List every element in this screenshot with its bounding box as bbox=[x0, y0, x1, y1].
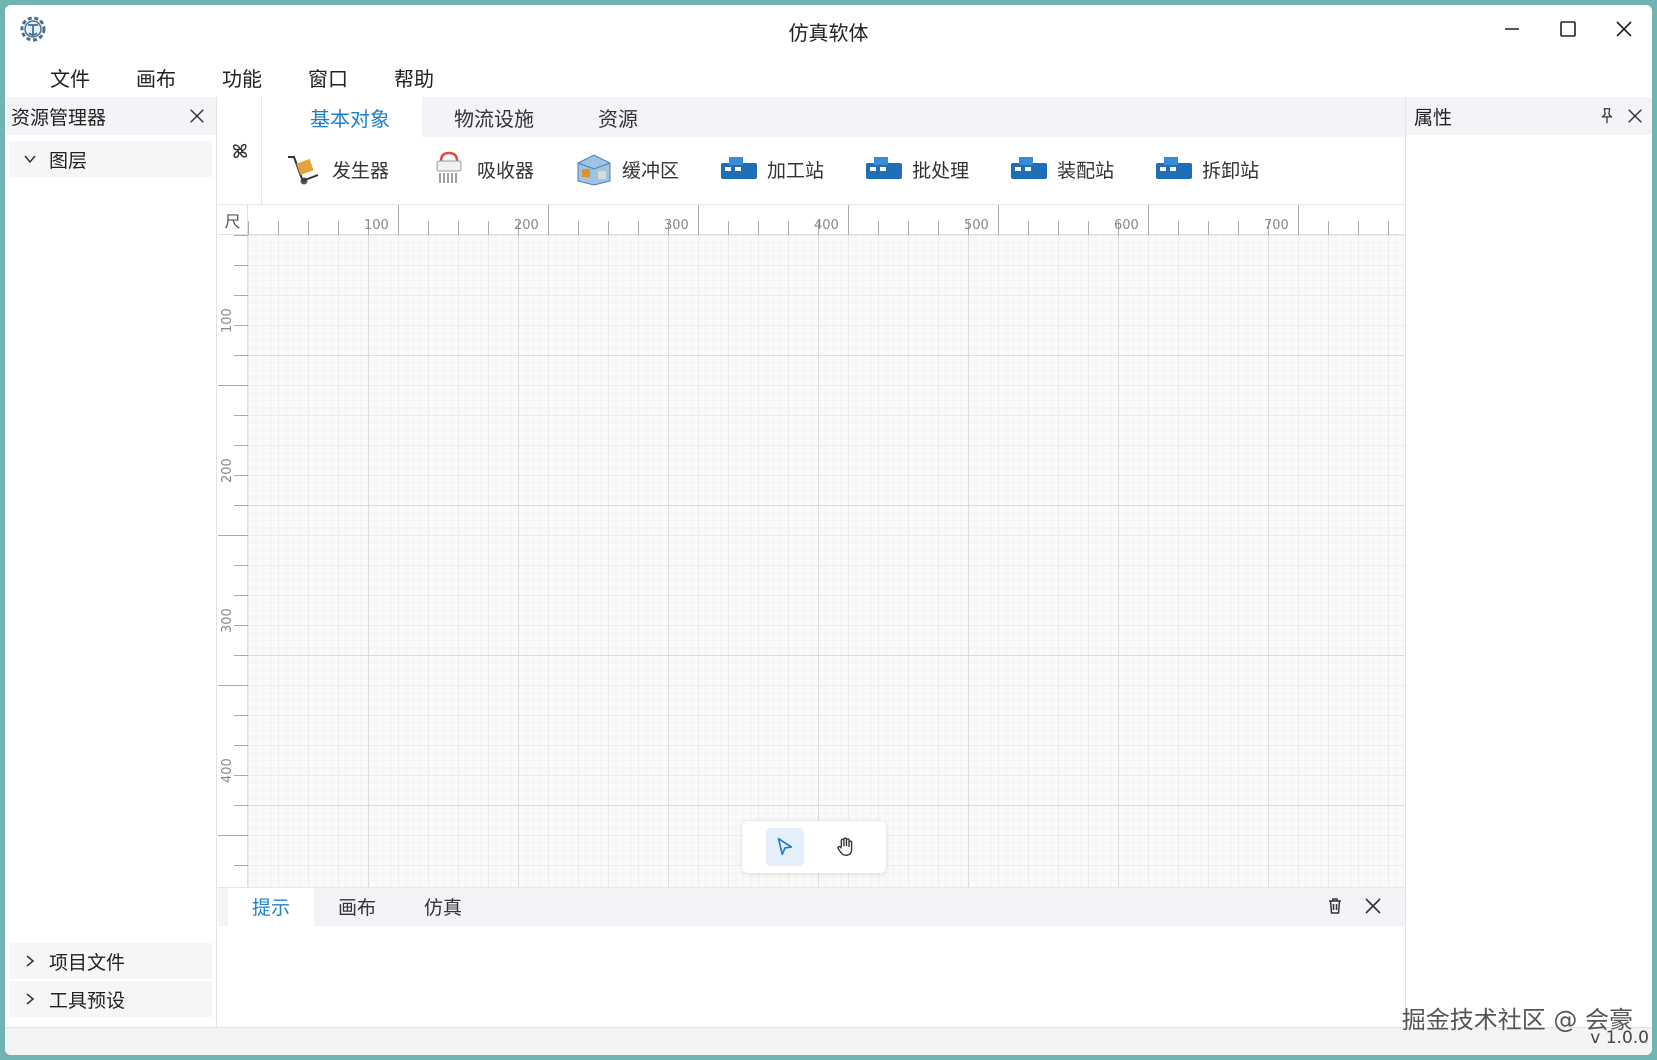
ruler-h-label: 100 bbox=[364, 218, 389, 233]
menu-help[interactable]: 帮助 bbox=[371, 57, 457, 97]
menu-function[interactable]: 功能 bbox=[199, 57, 285, 97]
object-label: 装配站 bbox=[1057, 159, 1115, 182]
hand-icon bbox=[837, 837, 853, 856]
warehouse-icon bbox=[577, 154, 611, 186]
ruler-h-label: 700 bbox=[1264, 218, 1289, 233]
object-label: 加工站 bbox=[767, 159, 825, 182]
object-absorber[interactable]: 吸收器 bbox=[429, 147, 534, 191]
tab-hints[interactable]: 提示 bbox=[228, 888, 315, 926]
close-window-button[interactable] bbox=[1596, 9, 1652, 49]
object-processing-station[interactable]: 加工站 bbox=[719, 147, 824, 191]
tab-basic-objects[interactable]: 基本对象 bbox=[278, 97, 422, 137]
console-panel: 提示 画布 仿真 bbox=[218, 887, 1405, 1027]
toolbar-collapse[interactable] bbox=[218, 97, 262, 205]
minimize-button[interactable] bbox=[1484, 9, 1540, 49]
close-icon[interactable] bbox=[1363, 896, 1383, 916]
object-label: 吸收器 bbox=[477, 159, 535, 182]
ruler-corner: 尺 bbox=[218, 205, 248, 235]
object-label: 缓冲区 bbox=[622, 159, 680, 182]
machine-icon bbox=[1156, 157, 1193, 179]
close-icon bbox=[1616, 21, 1632, 37]
object-disassembly[interactable]: 拆卸站 bbox=[1154, 147, 1259, 191]
close-icon[interactable] bbox=[1626, 107, 1644, 125]
chevron-right-icon bbox=[26, 993, 35, 1005]
explorer-panel: 资源管理器 图层 项目文件 工具预设 bbox=[5, 97, 217, 1027]
tree-item-label: 项目文件 bbox=[49, 951, 126, 974]
shredder-icon bbox=[436, 151, 462, 183]
object-generator[interactable]: 发生器 bbox=[284, 147, 389, 191]
object-label: 批处理 bbox=[912, 159, 970, 182]
version-label: v 1.0.0 bbox=[1590, 1028, 1649, 1048]
app-window: 仿真软体 文件 画布 功能 窗口 帮助 资源管理器 图层 项目文件 工具预设 基… bbox=[5, 5, 1652, 1055]
close-explorer-button[interactable] bbox=[186, 105, 208, 127]
console-tabs: 提示 画布 仿真 bbox=[218, 888, 1405, 926]
tree-item-project-files[interactable]: 项目文件 bbox=[9, 943, 212, 979]
canvas-mode-toolbar bbox=[742, 821, 886, 873]
tree-item-label: 工具预设 bbox=[49, 989, 126, 1012]
tree-item-label: 图层 bbox=[49, 149, 88, 172]
object-assembly[interactable]: 装配站 bbox=[1009, 147, 1114, 191]
chevron-right-icon bbox=[26, 955, 35, 967]
maximize-button[interactable] bbox=[1540, 9, 1596, 49]
chevron-down-icon bbox=[24, 155, 36, 164]
tab-simulation[interactable]: 仿真 bbox=[400, 888, 486, 926]
ruler-h-label: 200 bbox=[514, 218, 539, 233]
canvas-grid[interactable] bbox=[248, 235, 1405, 887]
explorer-header: 资源管理器 bbox=[5, 97, 216, 135]
menu-canvas[interactable]: 画布 bbox=[113, 57, 199, 97]
properties-header: 属性 bbox=[1406, 97, 1652, 135]
ruler-h-label: 300 bbox=[664, 218, 689, 233]
properties-title: 属性 bbox=[1414, 106, 1453, 129]
tree-item-layers[interactable]: 图层 bbox=[9, 141, 212, 177]
menu-window[interactable]: 窗口 bbox=[285, 57, 371, 97]
ruler-v-label: 200 bbox=[220, 458, 235, 483]
trash-icon[interactable] bbox=[1325, 896, 1345, 916]
menu-file[interactable]: 文件 bbox=[27, 57, 113, 97]
object-palette: 发生器 吸收器 缓冲区 加工站 批处理 装配站 拆卸站 bbox=[278, 145, 1405, 193]
explorer-bottom-sections: 项目文件 工具预设 bbox=[5, 943, 216, 1019]
console-actions bbox=[1325, 896, 1383, 916]
tree-item-tool-presets[interactable]: 工具预设 bbox=[9, 981, 212, 1017]
menu-bar: 文件 画布 功能 窗口 帮助 bbox=[5, 57, 1652, 97]
ruler-h-label: 400 bbox=[814, 218, 839, 233]
close-icon bbox=[190, 109, 204, 123]
horizontal-ruler: 100 200 300 400 500 600 700 bbox=[248, 205, 1405, 235]
pointer-icon bbox=[777, 837, 793, 856]
vertical-ruler: 100 200 300 400 bbox=[218, 235, 248, 887]
ruler-v-label: 400 bbox=[220, 758, 235, 783]
pin-icon[interactable] bbox=[1598, 107, 1616, 125]
ruler-h-label: 600 bbox=[1114, 218, 1139, 233]
canvas[interactable]: 尺 100 200 300 400 500 600 700 100 200 30… bbox=[218, 205, 1405, 887]
properties-panel: 属性 bbox=[1405, 97, 1652, 1027]
tab-logistics[interactable]: 物流设施 bbox=[422, 97, 566, 137]
fan-icon bbox=[232, 143, 247, 159]
machine-icon bbox=[721, 157, 758, 179]
explorer-title: 资源管理器 bbox=[11, 106, 107, 129]
object-label: 拆卸站 bbox=[1202, 159, 1260, 182]
select-mode-button[interactable] bbox=[766, 828, 804, 866]
ruler-h-label: 500 bbox=[964, 218, 989, 233]
pan-mode-button[interactable] bbox=[826, 828, 864, 866]
window-title: 仿真软体 bbox=[788, 21, 869, 45]
object-batch[interactable]: 批处理 bbox=[864, 147, 969, 191]
minimize-icon bbox=[1505, 28, 1519, 30]
object-tabs: 基本对象 物流设施 资源 bbox=[278, 97, 1405, 137]
ruler-v-label: 100 bbox=[220, 308, 235, 333]
tab-resources[interactable]: 资源 bbox=[566, 97, 670, 137]
ruler-v-label: 300 bbox=[220, 608, 235, 633]
title-bar: 仿真软体 bbox=[5, 5, 1652, 53]
machine-icon bbox=[1011, 157, 1048, 179]
object-label: 发生器 bbox=[332, 159, 390, 182]
machine-icon bbox=[866, 157, 903, 179]
maximize-icon bbox=[1560, 21, 1576, 37]
object-buffer[interactable]: 缓冲区 bbox=[574, 147, 679, 191]
tab-canvas[interactable]: 画布 bbox=[314, 888, 400, 926]
object-toolbar: 基本对象 物流设施 资源 发生器 吸收器 缓冲区 加工站 批处理 装配站 拆卸站 bbox=[218, 97, 1405, 205]
hand-truck-icon bbox=[288, 156, 319, 185]
